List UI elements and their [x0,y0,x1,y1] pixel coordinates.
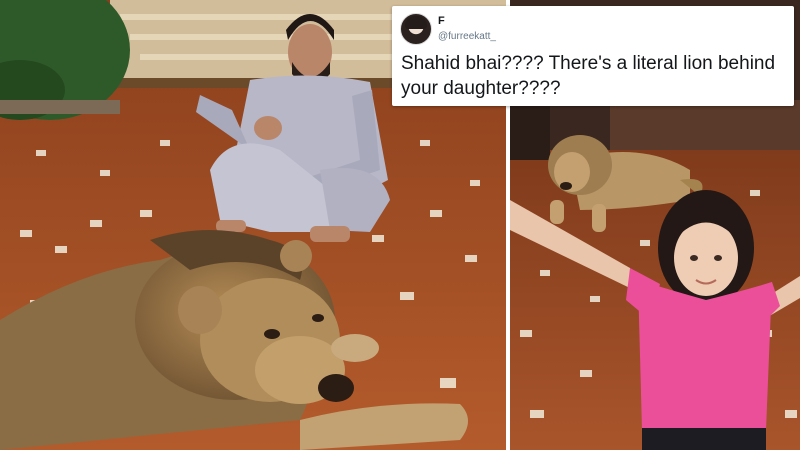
avatar-hair-shape [405,16,427,29]
tweet-display-name: F [438,15,445,27]
user-avatar [400,13,432,45]
tweet-card: F @furreekatt_ Shahid bhai???? There's a… [392,6,794,106]
tweet-text: Shahid bhai???? There's a literal lion b… [401,53,776,99]
tweet-handle: @furreekatt_ [438,31,496,42]
